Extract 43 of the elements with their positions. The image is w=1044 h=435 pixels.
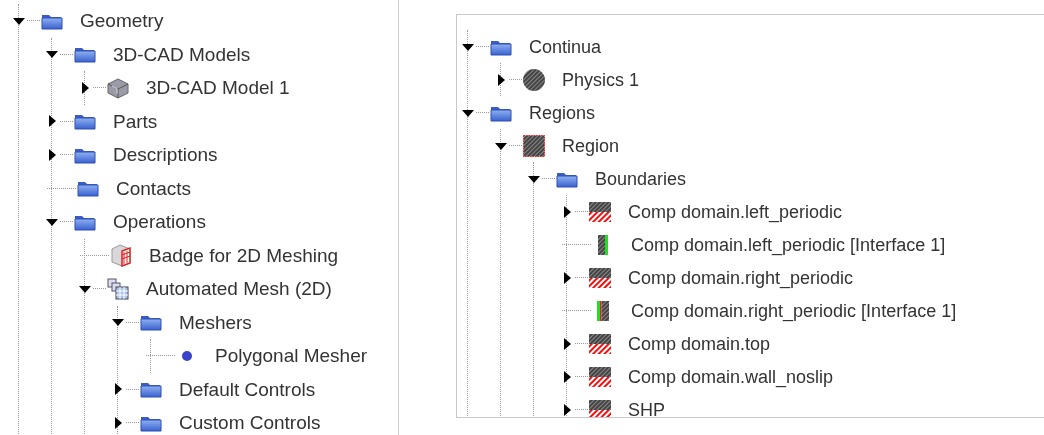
tree-item-label[interactable]: Physics 1	[562, 70, 640, 89]
cube-icon	[106, 76, 130, 99]
tree-item-label[interactable]: Comp domain.right_periodic	[628, 268, 854, 287]
tree-item-label[interactable]: Meshers	[179, 312, 252, 332]
tree-item-label[interactable]: Regions	[529, 103, 596, 122]
region-icon	[522, 133, 546, 158]
tree-item-label[interactable]: Comp domain.right_periodic [Interface 1]	[631, 301, 957, 320]
tree-item-label[interactable]: SHP	[628, 400, 665, 417]
tree-item-label[interactable]: Automated Mesh (2D)	[146, 279, 332, 299]
tree-item-label[interactable]: Comp domain.left_periodic	[628, 202, 843, 221]
tree-item-label[interactable]: Comp domain.top	[628, 334, 771, 353]
interface-icon	[598, 234, 608, 255]
tree-item-label[interactable]: Operations	[113, 212, 206, 232]
tree-item-label[interactable]: Region	[562, 136, 620, 155]
cube-icon	[109, 243, 133, 268]
tree-item-label[interactable]: Custom Controls	[179, 413, 321, 433]
tree-item-label[interactable]: Geometry	[80, 11, 164, 31]
folder-icon	[74, 112, 96, 131]
tree-item-label[interactable]: 3D-CAD Models	[113, 44, 251, 64]
sphere-icon	[522, 67, 546, 92]
tree-item-label[interactable]: 3D-CAD Model 1	[146, 78, 290, 98]
tree-item-label[interactable]: Comp domain.left_periodic [Interface 1]	[631, 235, 946, 254]
interface-icon	[597, 300, 609, 321]
tree-item-label[interactable]: Boundaries	[595, 169, 687, 188]
boundary-icon	[589, 333, 611, 354]
tree-item-label[interactable]: Comp domain.wall_noslip	[628, 367, 834, 386]
mesh-icon	[106, 276, 130, 301]
dot-icon	[181, 349, 193, 362]
folder-icon	[77, 179, 99, 198]
tree-item-label[interactable]: Parts	[113, 111, 158, 131]
folder-icon	[140, 380, 162, 399]
tree-item-label[interactable]: Badge for 2D Meshing	[149, 245, 339, 265]
folder-icon	[140, 313, 162, 332]
tree-item-label[interactable]: Contacts	[116, 178, 191, 198]
tree-item-label[interactable]: Polygonal Mesher	[215, 346, 368, 366]
boundary-icon	[589, 201, 611, 222]
tree-item-label[interactable]: Descriptions	[113, 145, 218, 165]
boundary-icon	[589, 366, 611, 387]
boundary-icon	[589, 399, 611, 417]
tree-item-label[interactable]: Continua	[529, 37, 602, 56]
tree-item-label[interactable]: Default Controls	[179, 379, 316, 399]
folder-icon	[74, 45, 96, 64]
boundary-icon	[589, 267, 611, 288]
